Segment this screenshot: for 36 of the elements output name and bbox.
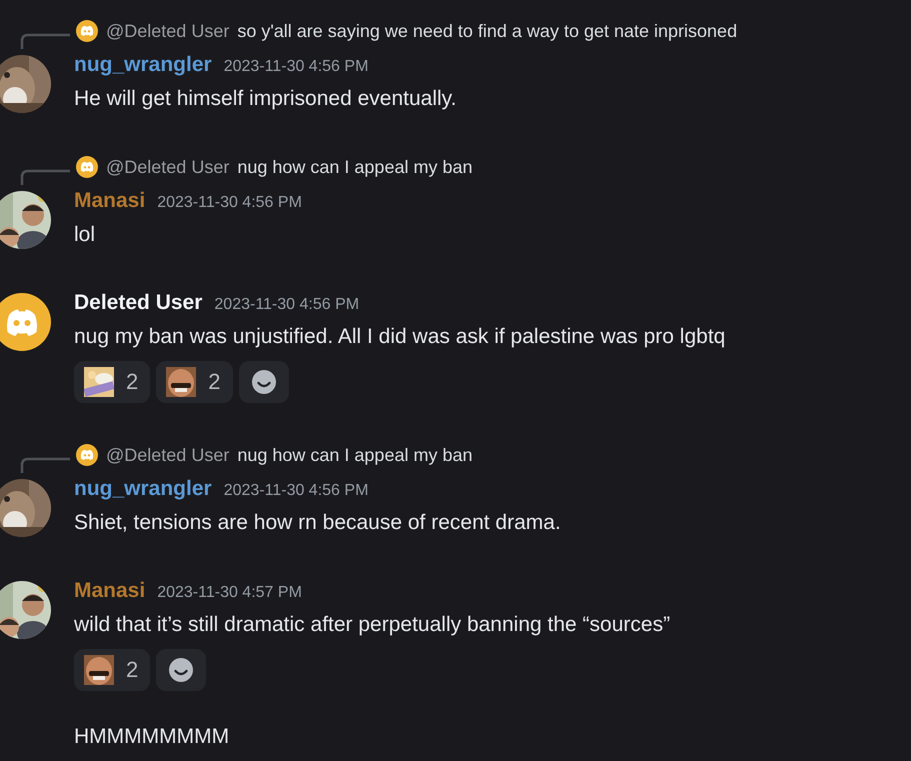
discord-logo-icon (76, 20, 98, 42)
reply-connector (20, 169, 70, 185)
smiley-icon (168, 657, 194, 683)
message-text: lol (74, 222, 96, 248)
discord-logo-icon (0, 293, 51, 351)
timestamp: 2023-11-30 4:56 PM (157, 194, 302, 212)
username[interactable]: Manasi (74, 579, 146, 603)
reply-preview[interactable]: nug how can I appeal my ban (237, 156, 472, 178)
reply-preview[interactable]: nug how can I appeal my ban (237, 444, 472, 466)
reaction-button[interactable]: 2 (74, 361, 150, 403)
timestamp: 2023-11-30 4:56 PM (224, 482, 368, 500)
discord-logo-icon (76, 156, 98, 178)
message-text: HMMMMMMMM (74, 724, 230, 750)
discord-logo-icon (76, 444, 98, 466)
smiley-icon (250, 369, 276, 395)
timestamp: 2023-11-30 4:56 PM (224, 58, 368, 76)
message-text: nug my ban was unjustified. All I did was ask if palestine was pro lgbtq (74, 324, 726, 350)
message-text: He will get himself imprisoned eventually. (74, 86, 456, 112)
username[interactable]: Manasi (74, 189, 146, 213)
username[interactable]: Deleted User (74, 291, 202, 315)
reaction-button[interactable]: 2 (156, 361, 232, 403)
username[interactable]: nug_wrangler (74, 53, 212, 77)
reply-preview[interactable]: so y'all are saying we need to find a way to get nate inprisoned (237, 20, 738, 42)
reply-connector (20, 457, 70, 473)
message-text: Shiet, tensions are how rn because of recent drama. (74, 510, 561, 536)
reply-author[interactable]: @Deleted User (106, 444, 230, 466)
username[interactable]: nug_wrangler (74, 477, 212, 501)
add-reaction-button[interactable] (238, 361, 288, 403)
reply-connector (20, 33, 70, 49)
timestamp: 2023-11-30 4:56 PM (214, 296, 360, 314)
reaction-button[interactable]: 2 (74, 649, 150, 691)
message-text: wild that it’s still dramatic after perpetually banning the “sources” (74, 612, 670, 638)
reply-author[interactable]: @Deleted User (106, 20, 230, 42)
reply-author[interactable]: @Deleted User (106, 156, 230, 178)
timestamp: 2023-11-30 4:57 PM (157, 584, 302, 602)
add-reaction-button[interactable] (156, 649, 206, 691)
